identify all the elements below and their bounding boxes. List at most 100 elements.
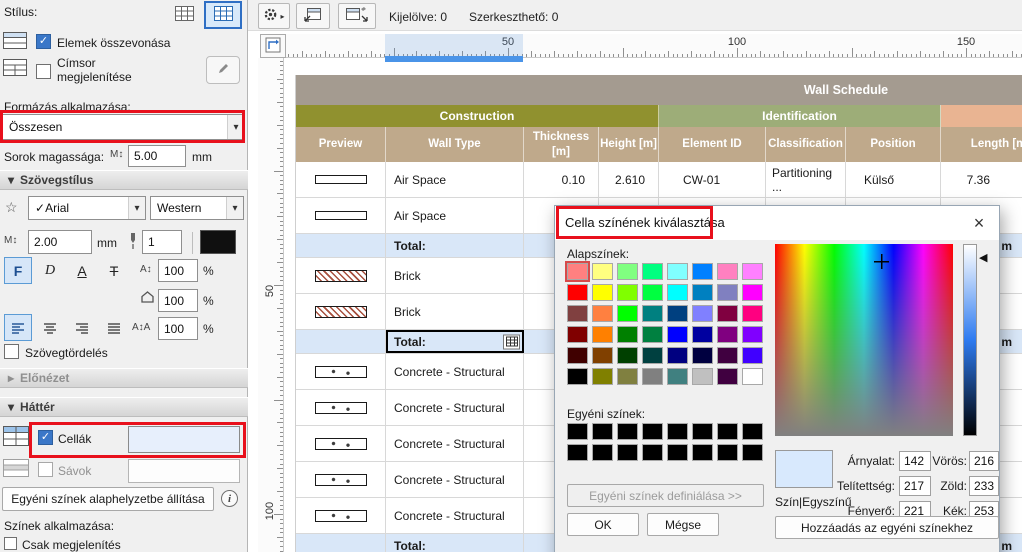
color-swatch[interactable]	[667, 347, 688, 364]
schedule-cell[interactable]: Külső	[846, 162, 941, 197]
width-factor-input[interactable]	[158, 259, 198, 282]
schedule-cell[interactable]	[296, 426, 386, 461]
schedule-cell[interactable]	[296, 354, 386, 389]
color-swatch[interactable]	[617, 368, 638, 385]
schedule-cell[interactable]: Brick	[386, 258, 524, 293]
hue-saturation-field[interactable]	[775, 244, 953, 436]
favorite-star-icon[interactable]: ☆	[5, 199, 18, 216]
align-center-button[interactable]	[36, 314, 64, 341]
color-swatch[interactable]	[742, 444, 763, 461]
schedule-cell[interactable]	[296, 534, 386, 552]
hue-input[interactable]	[899, 451, 931, 471]
column-selection-bar[interactable]	[385, 56, 523, 62]
color-swatch[interactable]	[642, 263, 663, 280]
color-swatch[interactable]	[592, 263, 613, 280]
align-right-button[interactable]	[68, 314, 96, 341]
color-swatch[interactable]	[692, 368, 713, 385]
bands-checkbox[interactable]	[38, 462, 53, 477]
ok-button[interactable]: OK	[567, 513, 639, 536]
color-swatch[interactable]	[692, 423, 713, 440]
schedule-cell[interactable]: Total:	[386, 330, 524, 353]
color-swatch[interactable]	[642, 368, 663, 385]
reset-custom-colors-button[interactable]: Egyéni színek alaphelyzetbe állítása	[2, 487, 214, 511]
italic-button[interactable]: D	[36, 257, 64, 284]
color-swatch[interactable]	[667, 284, 688, 301]
luminance-slider[interactable]	[963, 244, 977, 436]
color-swatch[interactable]	[742, 347, 763, 364]
schedule-cell[interactable]	[296, 234, 386, 257]
color-crosshair-icon[interactable]	[874, 254, 889, 269]
schedule-cell[interactable]: Concrete - Structural	[386, 498, 524, 533]
schedule-cell[interactable]: 0.10	[524, 162, 599, 197]
schedule-cell[interactable]: Concrete - Structural	[386, 390, 524, 425]
color-swatch[interactable]	[717, 263, 738, 280]
schedule-cell[interactable]: Total:	[386, 234, 524, 257]
schedule-cell[interactable]: 7.36	[941, 162, 1022, 197]
spacing-factor-input[interactable]	[158, 289, 198, 312]
schedule-data-row[interactable]: Air Space0.102.610CW-01Partitioning ...K…	[296, 162, 1022, 198]
schedule-cell[interactable]: Partitioning ...	[766, 162, 846, 197]
color-swatch[interactable]	[642, 284, 663, 301]
schedule-cell[interactable]	[296, 162, 386, 197]
column-header-thickness-m-[interactable]: Thickness [m]	[524, 127, 599, 162]
color-swatch[interactable]	[567, 305, 588, 322]
column-header-length-m-[interactable]: Length [m]	[941, 127, 1022, 162]
schedule-cell[interactable]	[296, 390, 386, 425]
table-view-button[interactable]	[168, 2, 200, 28]
pen-number-input[interactable]	[142, 230, 182, 254]
schedule-cell[interactable]	[296, 198, 386, 233]
column-header-preview[interactable]: Preview	[296, 127, 386, 162]
add-custom-color-button[interactable]: Hozzáadás az egyéni színekhez	[775, 516, 999, 539]
color-swatch[interactable]	[742, 263, 763, 280]
color-swatch[interactable]	[617, 347, 638, 364]
color-swatch[interactable]	[592, 305, 613, 322]
schedule-cell[interactable]	[296, 462, 386, 497]
edit-table-view-button[interactable]	[204, 1, 242, 29]
pen-color-swatch[interactable]	[200, 230, 236, 254]
text-wrap-checkbox[interactable]	[4, 344, 19, 359]
color-swatch[interactable]	[617, 305, 638, 322]
luminance-arrow-icon[interactable]: ◀	[979, 251, 987, 264]
color-swatch[interactable]	[717, 368, 738, 385]
color-swatch[interactable]	[742, 305, 763, 322]
schedule-cell[interactable]	[296, 330, 386, 353]
font-size-input[interactable]	[28, 230, 92, 254]
color-swatch[interactable]	[592, 368, 613, 385]
text-style-section-header[interactable]: ▾ Szövegstílus	[0, 170, 248, 190]
align-left-button[interactable]	[4, 314, 32, 341]
inject-parameters-button[interactable]	[338, 3, 376, 29]
color-swatch[interactable]	[742, 368, 763, 385]
color-swatch[interactable]	[717, 326, 738, 343]
schedule-title-row[interactable]: Wall Schedule	[296, 75, 1022, 105]
color-swatch[interactable]	[667, 368, 688, 385]
saturation-input[interactable]	[899, 476, 931, 496]
color-swatch[interactable]	[617, 263, 638, 280]
close-icon[interactable]: ×	[965, 210, 993, 236]
color-swatch[interactable]	[717, 423, 738, 440]
schedule-cell[interactable]: Concrete - Structural	[386, 462, 524, 497]
color-swatch[interactable]	[742, 284, 763, 301]
row-height-input[interactable]	[128, 145, 186, 167]
color-swatch[interactable]	[567, 423, 588, 440]
background-section-header[interactable]: ▾ Háttér	[0, 397, 248, 417]
color-swatch[interactable]	[717, 284, 738, 301]
schedule-cell[interactable]: Air Space	[386, 162, 524, 197]
color-swatch[interactable]	[692, 263, 713, 280]
line-spacing-input[interactable]	[158, 317, 198, 340]
color-swatch[interactable]	[617, 423, 638, 440]
color-swatch[interactable]	[592, 423, 613, 440]
schedule-cell[interactable]: CW-01	[659, 162, 766, 197]
settings-dropdown-button[interactable]: ▸	[258, 3, 290, 29]
bold-button[interactable]: F	[4, 257, 32, 284]
apply-format-select[interactable]: Összesen ▾	[2, 114, 245, 140]
strikethrough-button[interactable]: T	[100, 257, 128, 284]
color-swatch[interactable]	[742, 423, 763, 440]
color-swatch[interactable]	[692, 305, 713, 322]
color-swatch[interactable]	[592, 347, 613, 364]
schedule-cell[interactable]: Brick	[386, 294, 524, 329]
red-input[interactable]	[969, 451, 999, 471]
color-swatch[interactable]	[642, 326, 663, 343]
color-swatch[interactable]	[642, 423, 663, 440]
color-swatch[interactable]	[667, 305, 688, 322]
color-swatch[interactable]	[592, 326, 613, 343]
